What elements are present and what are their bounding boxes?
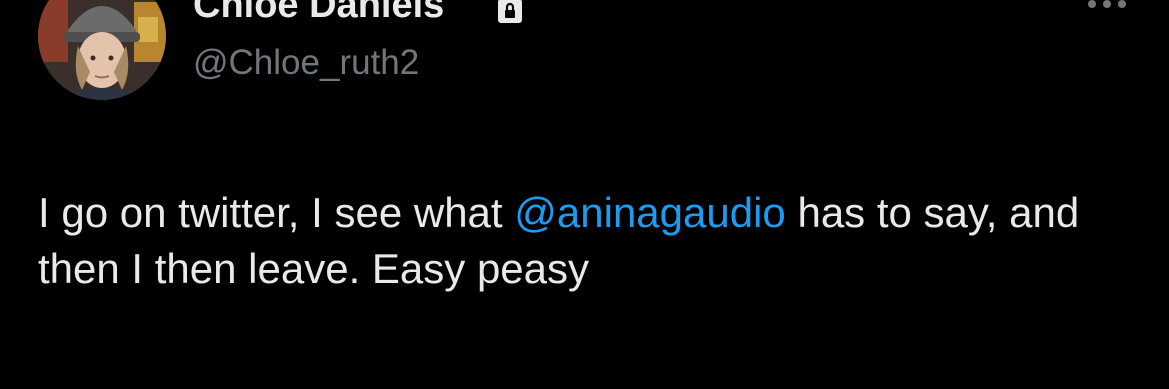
tweet: Chloe Daniels @Chloe_ruth2 I go on twitt… xyxy=(0,0,1169,389)
user-handle[interactable]: @Chloe_ruth2 xyxy=(193,43,419,83)
display-name[interactable]: Chloe Daniels xyxy=(193,0,444,24)
avatar-image xyxy=(38,0,166,100)
mention-link[interactable]: @aninagaudio xyxy=(514,189,786,236)
more-options-button[interactable] xyxy=(1082,0,1132,20)
lock-icon xyxy=(497,0,523,24)
avatar[interactable] xyxy=(38,0,166,100)
tweet-text-part: I go on twitter, I see what xyxy=(38,189,515,236)
tweet-text: I go on twitter, I see what @aninagaudio… xyxy=(38,185,1128,297)
more-horizontal-icon xyxy=(1088,0,1126,8)
